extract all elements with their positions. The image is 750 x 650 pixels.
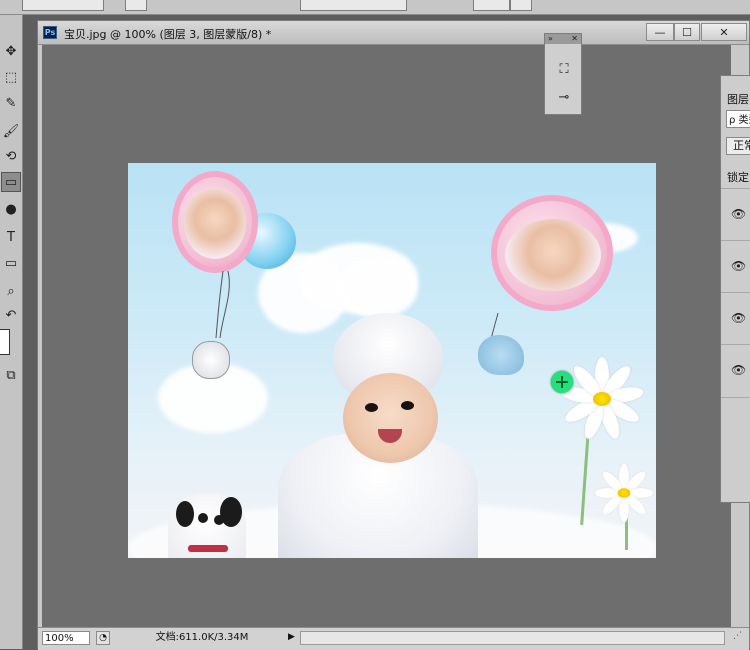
toy-mouse bbox=[192, 341, 230, 379]
visibility-eye-icon[interactable]: 👁 bbox=[731, 311, 746, 325]
status-bar: 100% ◔ 文档:611.0K/3.34M ▶ ⋰ bbox=[38, 627, 749, 650]
options-field-1[interactable] bbox=[22, 0, 104, 11]
background-color-swatch[interactable] bbox=[0, 329, 10, 355]
cursor-marker-icon bbox=[551, 371, 573, 393]
horizontal-scrollbar[interactable] bbox=[300, 631, 725, 645]
lock-label: 锁定 bbox=[727, 171, 749, 184]
blue-shape bbox=[478, 335, 524, 375]
marquee-tool-icon[interactable]: ⬚ bbox=[1, 67, 21, 87]
rectangle-tool-icon[interactable]: ▭ bbox=[1, 253, 21, 273]
screen-mode-tool-icon[interactable]: ⧉ bbox=[1, 365, 21, 385]
visibility-eye-icon[interactable]: 👁 bbox=[731, 363, 746, 377]
visibility-eye-icon[interactable]: 👁 bbox=[731, 207, 746, 221]
move-tool-icon[interactable]: ✥ bbox=[1, 41, 21, 61]
brush-tool-icon[interactable]: 🖌 bbox=[1, 121, 21, 141]
gradient-tool-icon[interactable]: ▭ bbox=[1, 172, 21, 192]
clone-source-icon[interactable]: ⊸ bbox=[554, 88, 574, 108]
document-title: 宝贝.jpg @ 100% (图层 3, 图层蒙版/8) * bbox=[64, 28, 272, 41]
canvas-area[interactable] bbox=[42, 45, 731, 628]
status-options-button[interactable]: ◔ bbox=[96, 631, 110, 645]
maximize-button[interactable]: ☐ bbox=[674, 23, 700, 41]
resize-grip-icon[interactable]: ⋰ bbox=[733, 631, 745, 645]
blend-mode-select[interactable]: 正常 bbox=[726, 137, 750, 155]
document-window: Ps 宝贝.jpg @ 100% (图层 3, 图层蒙版/8) * — ☐ ✕ bbox=[37, 20, 750, 650]
floating-panel-header[interactable]: » ✕ bbox=[545, 34, 581, 44]
baby-photo-right bbox=[505, 219, 601, 291]
baby-eye-right bbox=[401, 401, 414, 410]
layer-row[interactable]: 👁 bbox=[721, 240, 750, 293]
photoshop-icon: Ps bbox=[43, 26, 57, 39]
document-image[interactable] bbox=[128, 163, 656, 558]
close-button[interactable]: ✕ bbox=[701, 23, 747, 41]
collapse-icon[interactable]: » bbox=[548, 34, 553, 44]
options-bar bbox=[0, 0, 750, 15]
options-field-4[interactable] bbox=[473, 0, 510, 11]
layers-panel: 图层 ρ 类型 正常 锁定 👁 👁 👁 👁 bbox=[720, 75, 750, 503]
minimize-button[interactable]: — bbox=[646, 23, 674, 41]
options-field-2[interactable] bbox=[125, 0, 147, 11]
photo-balloon-right bbox=[491, 195, 613, 311]
layer-row[interactable]: 👁 bbox=[721, 292, 750, 345]
rotate-view-tool-icon[interactable]: ↶ bbox=[1, 305, 21, 325]
toy-dalmatian bbox=[168, 493, 246, 558]
brush-preset-icon[interactable]: ⛶ bbox=[554, 60, 574, 80]
options-field-3[interactable] bbox=[300, 0, 407, 11]
eyedropper-tool-icon[interactable]: ✎ bbox=[1, 93, 21, 113]
baby-face bbox=[343, 373, 438, 463]
tools-panel: ✥ ⬚ ✎ 🖌 ⟲ ▭ ● T ▭ ⌕ ↶ ⧉ bbox=[0, 15, 23, 649]
type-tool-icon[interactable]: T bbox=[1, 227, 21, 247]
layer-row[interactable]: 👁 bbox=[721, 344, 750, 398]
document-size-info: 文档:611.0K/3.34M bbox=[155, 632, 249, 643]
panel-close-icon[interactable]: ✕ bbox=[571, 34, 578, 44]
status-menu-arrow-icon[interactable]: ▶ bbox=[288, 632, 295, 642]
zoom-tool-icon[interactable]: ⌕ bbox=[1, 281, 21, 301]
baby-eye-left bbox=[365, 403, 378, 412]
baby-mouth bbox=[378, 429, 402, 443]
document-titlebar[interactable]: Ps 宝贝.jpg @ 100% (图层 3, 图层蒙版/8) * — ☐ ✕ bbox=[38, 21, 749, 45]
layer-filter-input[interactable]: ρ 类型 bbox=[726, 110, 750, 128]
history-brush-tool-icon[interactable]: ⟲ bbox=[1, 146, 21, 166]
options-field-5[interactable] bbox=[510, 0, 532, 11]
visibility-eye-icon[interactable]: 👁 bbox=[731, 259, 746, 273]
blur-tool-icon[interactable]: ● bbox=[1, 199, 21, 219]
tab-layers[interactable]: 图层 bbox=[727, 91, 749, 107]
floating-panel: » ✕ ⛶ ⊸ bbox=[544, 33, 582, 115]
zoom-level-field[interactable]: 100% bbox=[42, 631, 90, 645]
layer-row[interactable]: 👁 bbox=[721, 188, 750, 241]
